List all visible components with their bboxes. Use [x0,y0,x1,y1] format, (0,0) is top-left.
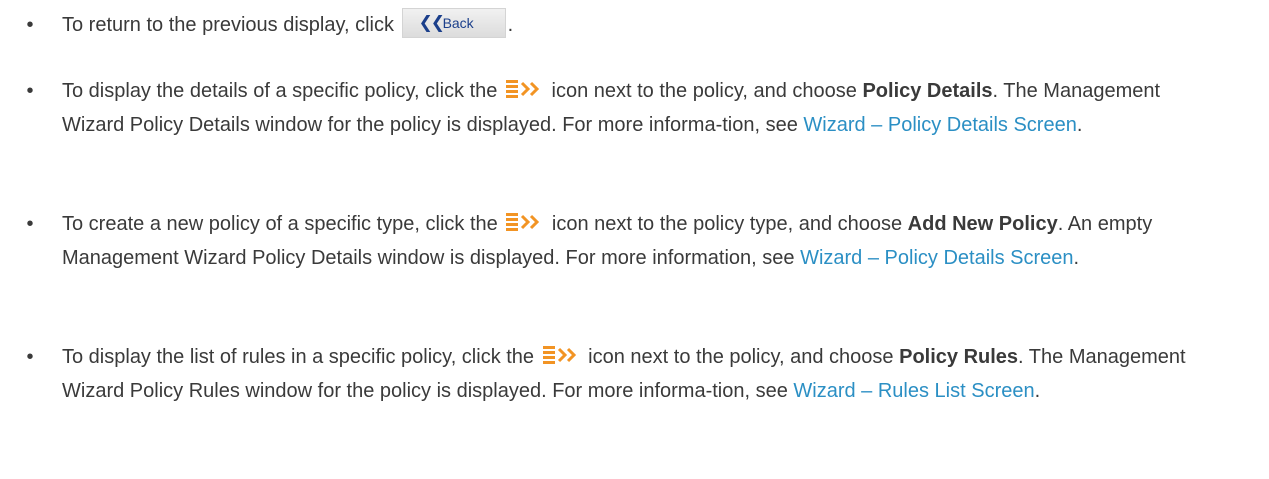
policy-details-link[interactable]: Wizard – Policy Details Screen [800,247,1073,269]
bullet: • [26,80,34,102]
document-page: • To return to the previous display, cli… [0,0,1269,479]
item-text: To display the list of rules in a specif… [62,346,540,368]
bullet: • [26,14,34,36]
item-text: . [1034,380,1041,402]
item-text: To display the details of a specific pol… [62,80,503,102]
item-text: To create a new policy of a specific typ… [62,213,504,235]
bold-term: Policy Details [862,80,993,102]
double-chevron-right-icon [521,215,540,230]
policy-details-link[interactable]: Wizard – Policy Details Screen [803,114,1076,136]
bullet: • [26,346,34,368]
action-menu-icon[interactable] [505,78,544,100]
double-chevron-right-icon [557,348,576,363]
item-text: To return to the previous display, click [62,14,400,36]
item-text: icon next to the policy, and choose [582,346,900,368]
item-text: icon next to the policy, and choose [545,80,863,102]
list-item: • To return to the previous display, cli… [26,7,1222,42]
list-lines-icon [506,213,519,232]
list-item: • To display the list of rules in a spec… [26,340,1222,408]
action-menu-icon[interactable] [542,344,581,366]
bold-term: Policy Rules [899,346,1019,368]
back-button-label: Back [442,14,474,31]
back-button[interactable]: ❮❮ Back [401,7,506,38]
bold-term: Add New Policy [907,213,1058,235]
item-text: . [1073,247,1080,269]
list-lines-icon [505,80,518,99]
item-text: . [507,14,514,36]
double-chevron-left-icon: ❮❮ [418,12,445,32]
item-text: . [1076,114,1083,136]
list-item: • To display the details of a specific p… [26,74,1222,142]
double-chevron-right-icon [520,82,540,97]
rules-list-link[interactable]: Wizard – Rules List Screen [793,380,1034,402]
action-menu-icon[interactable] [506,211,544,233]
list-item: • To create a new policy of a specific t… [26,207,1222,275]
list-lines-icon [542,346,555,365]
item-text: icon next to the policy type, and choose [546,213,908,235]
bullet: • [26,213,34,235]
